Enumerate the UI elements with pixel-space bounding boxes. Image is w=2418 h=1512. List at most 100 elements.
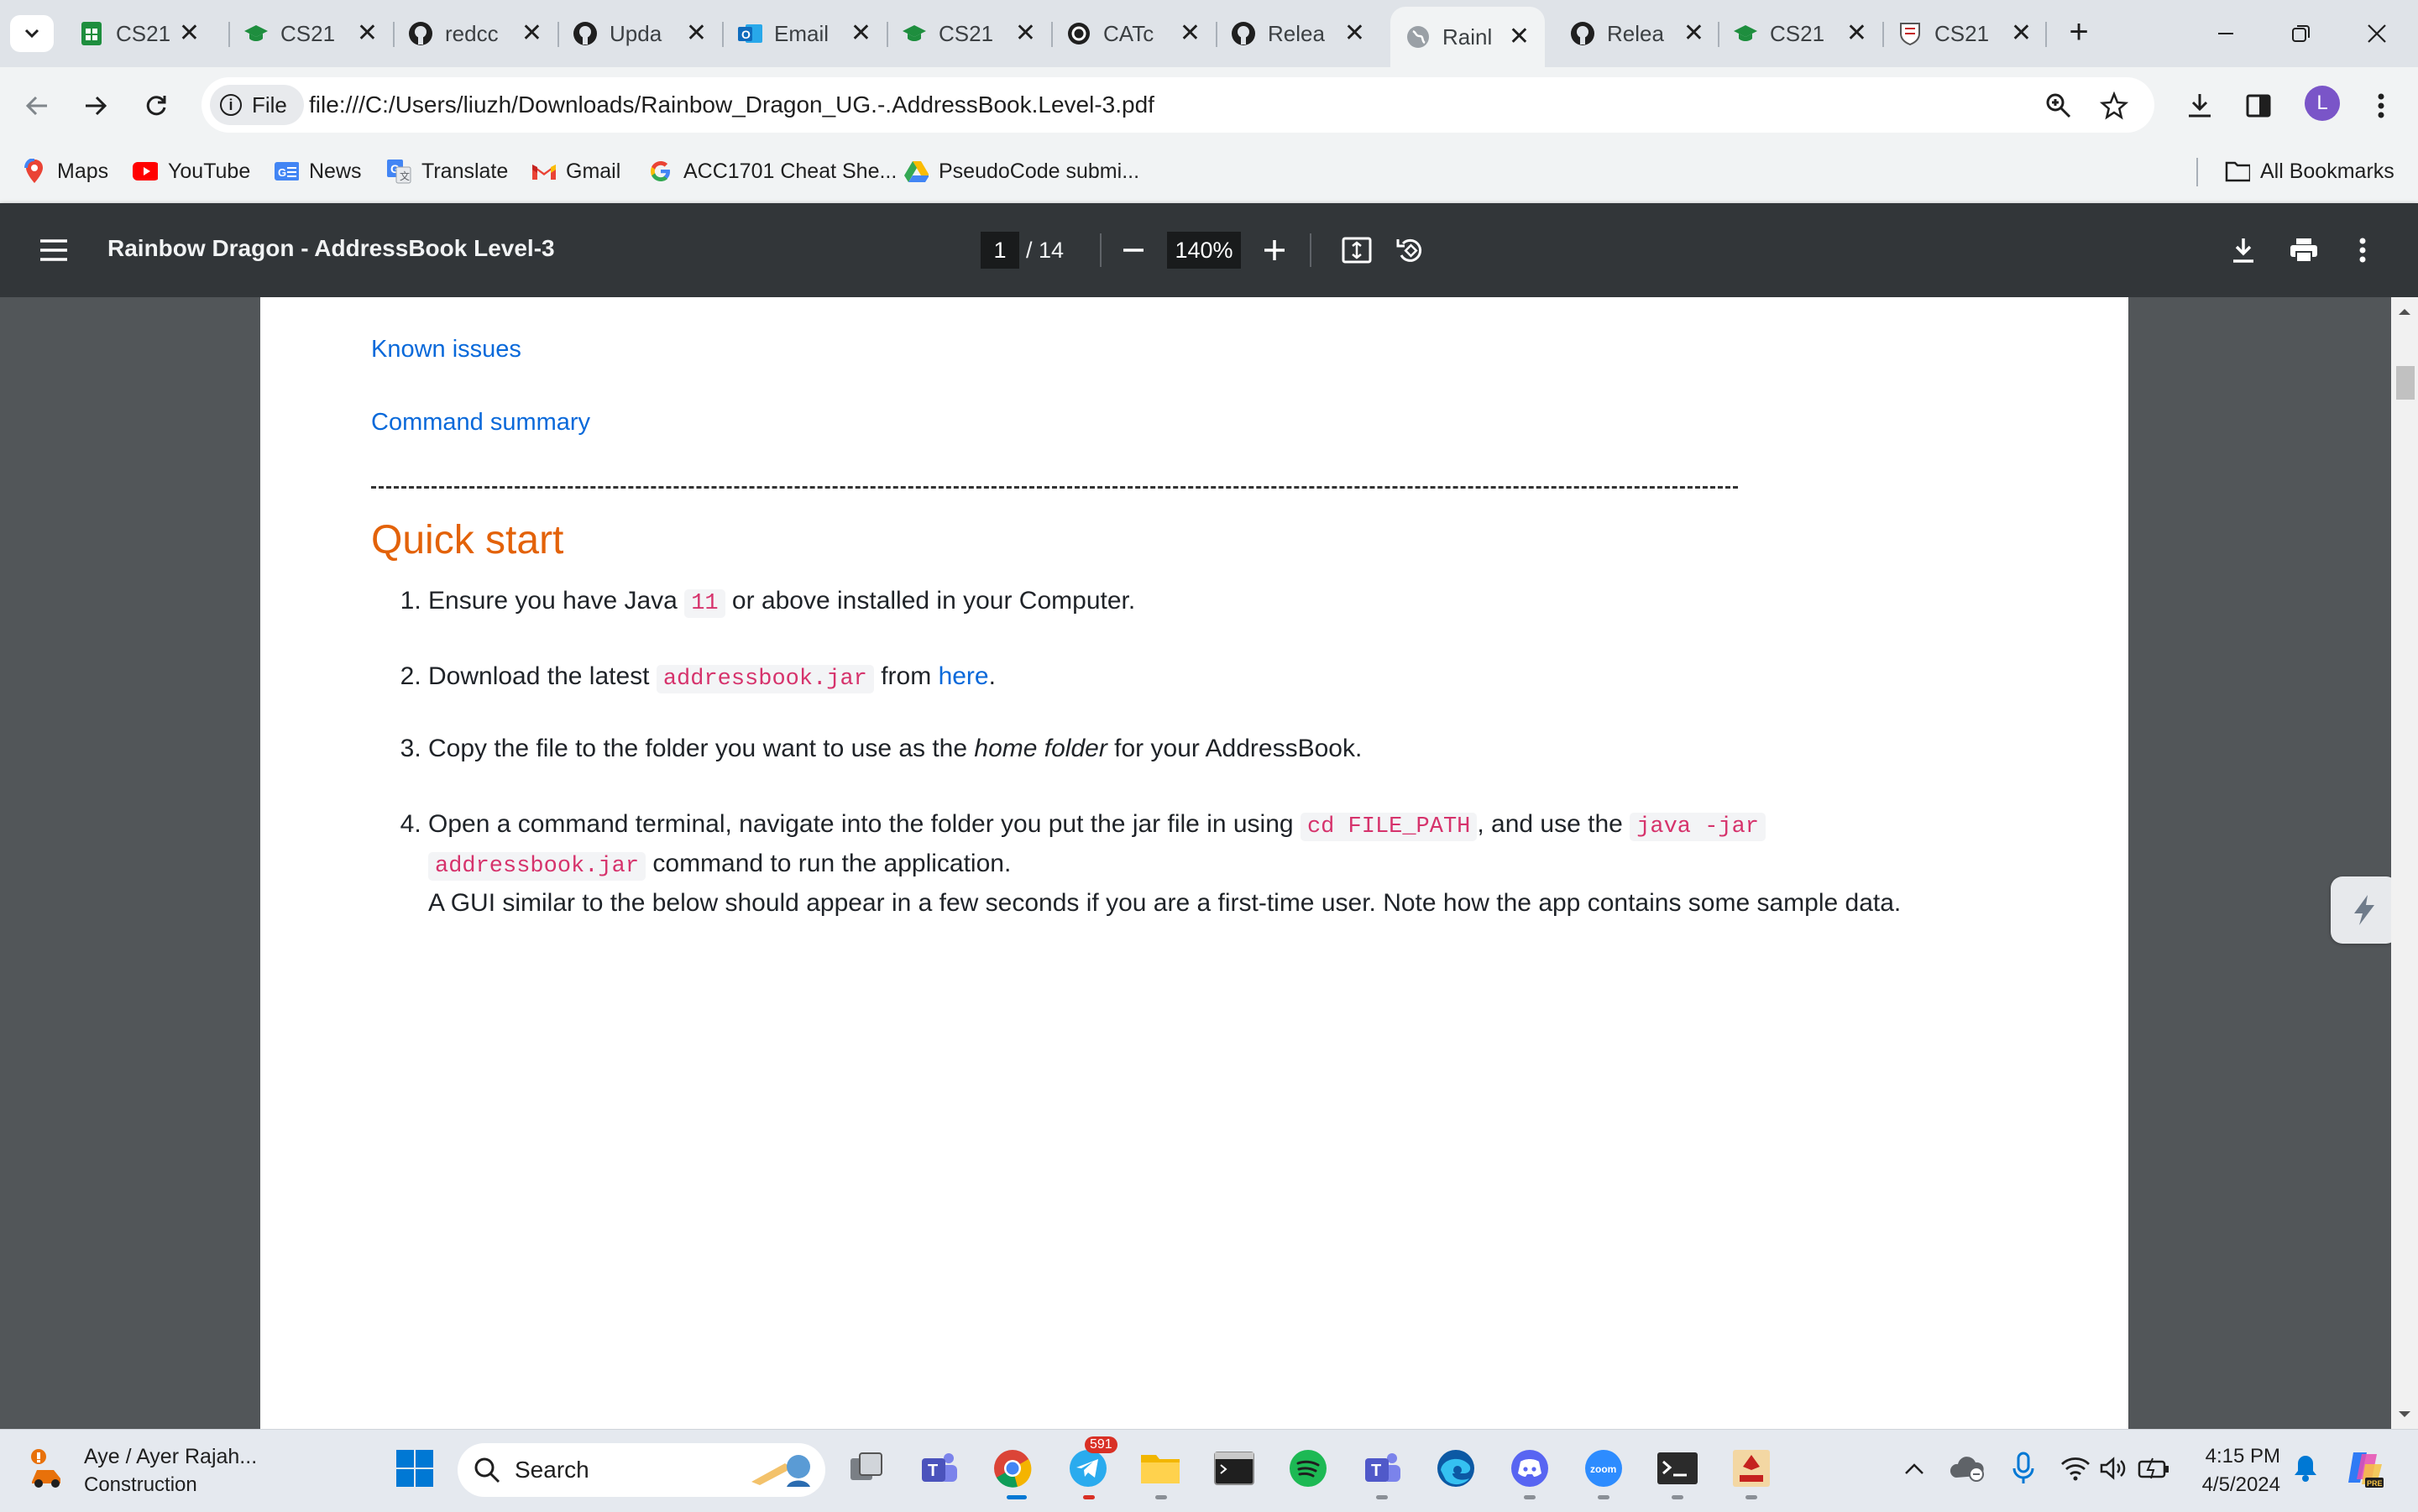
notification-bell-icon[interactable] — [2282, 1445, 2329, 1492]
chrome-icon[interactable] — [989, 1445, 1036, 1492]
url-text[interactable]: file:///C:/Users/liuzh/Downloads/Rainbow… — [309, 92, 1154, 118]
bookmark-news[interactable]: G News — [274, 154, 362, 188]
new-tab-button[interactable]: + — [2059, 13, 2099, 51]
zoom-in-button[interactable] — [1254, 230, 1295, 270]
close-icon[interactable]: ✕ — [1846, 18, 1867, 48]
github-icon — [1231, 21, 1256, 46]
link-here[interactable]: here — [939, 662, 989, 690]
tab-active[interactable]: Rainl ✕ — [1390, 7, 1545, 67]
onedrive-icon[interactable] — [1944, 1445, 1991, 1492]
site-info-chip[interactable]: i File — [210, 85, 304, 125]
file-explorer-icon[interactable] — [1137, 1445, 1184, 1492]
bookmark-gmail[interactable]: Gmail — [531, 154, 620, 188]
close-icon[interactable]: ✕ — [1509, 22, 1530, 51]
close-icon[interactable]: ✕ — [357, 18, 378, 48]
tab[interactable]: CS21 ✕ — [64, 13, 215, 54]
browser-menu-button[interactable] — [2361, 86, 2401, 126]
tab[interactable]: Relea ✕ — [1216, 13, 1380, 54]
app-badge-icon[interactable] — [1728, 1445, 1775, 1492]
page-number-input[interactable]: 1 — [981, 232, 1019, 269]
close-icon[interactable]: ✕ — [1180, 18, 1201, 48]
battery-icon[interactable] — [2131, 1445, 2178, 1492]
sheets-icon — [79, 21, 104, 46]
tab[interactable]: CATc ✕ — [1051, 13, 1216, 54]
tab[interactable]: Upda ✕ — [557, 13, 722, 54]
bookmark-acc1701[interactable]: ACC1701 Cheat She... — [648, 154, 897, 188]
scrollbar-thumb[interactable] — [2396, 366, 2415, 400]
windows-taskbar: Aye / Ayer Rajah... Construction Search … — [0, 1429, 2418, 1512]
pdf-viewport[interactable]: Known issues Command summary Quick start… — [0, 297, 2418, 1429]
downloads-button[interactable] — [2180, 86, 2220, 126]
microphone-icon[interactable] — [2000, 1445, 2047, 1492]
close-icon[interactable]: ✕ — [686, 18, 707, 48]
discord-icon[interactable] — [1506, 1445, 1553, 1492]
scrollbar[interactable] — [2391, 297, 2418, 1429]
link-command-summary[interactable]: Command summary — [371, 409, 590, 437]
close-icon[interactable]: ✕ — [179, 18, 200, 48]
pdf-more-button[interactable] — [2342, 230, 2383, 270]
minimize-button[interactable] — [2188, 12, 2264, 55]
floating-assistant-button[interactable] — [2331, 876, 2398, 944]
printer-icon — [2290, 238, 2317, 263]
bookmark-youtube[interactable]: YouTube — [133, 154, 250, 188]
clock-date[interactable]: 4/5/2024 — [2183, 1473, 2280, 1497]
close-icon[interactable]: ✕ — [2011, 18, 2032, 48]
tab-search-button[interactable] — [10, 15, 54, 52]
fit-to-page-button[interactable] — [1337, 230, 1377, 270]
close-icon[interactable]: ✕ — [1683, 18, 1704, 48]
news-icon: G — [274, 159, 299, 184]
show-hidden-icons[interactable] — [1891, 1445, 1938, 1492]
zoom-level-input[interactable]: 140% — [1167, 232, 1241, 269]
start-button[interactable] — [391, 1445, 438, 1492]
clock-time[interactable]: 4:15 PM — [2205, 1445, 2280, 1468]
close-window-button[interactable] — [2339, 12, 2415, 55]
side-panel-icon — [2246, 94, 2271, 118]
pdf-download-button[interactable] — [2223, 230, 2264, 270]
close-icon[interactable]: ✕ — [850, 18, 871, 48]
tab[interactable]: redcc ✕ — [393, 13, 557, 54]
side-panel-button[interactable] — [2238, 86, 2279, 126]
teams-icon[interactable]: T — [915, 1445, 962, 1492]
print-button[interactable] — [2284, 230, 2324, 270]
forward-button[interactable] — [76, 86, 116, 126]
taskbar-search[interactable]: Search — [458, 1443, 825, 1497]
command-prompt-icon[interactable] — [1654, 1445, 1701, 1492]
star-icon[interactable] — [2097, 89, 2131, 123]
tab[interactable]: CS21 ✕ — [1882, 13, 2047, 54]
scroll-up-icon — [2399, 309, 2410, 315]
terminal-icon[interactable] — [1211, 1445, 1258, 1492]
divider — [371, 486, 1738, 489]
tab[interactable]: CS21 ✕ — [228, 13, 393, 54]
outlook-icon: O — [737, 21, 762, 46]
address-bar[interactable]: i File file:///C:/Users/liuzh/Downloads/… — [202, 77, 2154, 133]
tab[interactable]: Relea ✕ — [1555, 13, 1719, 54]
weather-widget-icon[interactable] — [24, 1445, 71, 1492]
link-known-issues[interactable]: Known issues — [371, 336, 521, 364]
tab[interactable]: O Email ✕ — [722, 13, 887, 54]
close-icon[interactable]: ✕ — [521, 18, 542, 48]
zoom-app-icon[interactable]: zoom — [1580, 1445, 1627, 1492]
tab[interactable]: CS21 ✕ — [1718, 13, 1882, 54]
edge-icon[interactable] — [1432, 1445, 1479, 1492]
zoom-icon[interactable] — [2042, 89, 2075, 123]
restore-button[interactable] — [2264, 12, 2339, 55]
task-view-icon[interactable] — [843, 1445, 890, 1492]
pdf-menu-button[interactable] — [34, 230, 74, 270]
profile-avatar[interactable]: L — [2305, 86, 2340, 121]
reload-button[interactable] — [136, 86, 176, 126]
spotify-icon[interactable] — [1285, 1445, 1332, 1492]
close-icon[interactable]: ✕ — [1015, 18, 1036, 48]
graduation-cap-icon — [902, 21, 927, 46]
all-bookmarks-button[interactable]: All Bookmarks — [2225, 154, 2394, 188]
copilot-icon[interactable]: PRE — [2341, 1445, 2388, 1492]
bookmark-pseudocode[interactable]: PseudoCode submi... — [903, 154, 1139, 188]
zoom-out-button[interactable] — [1113, 230, 1154, 270]
bookmark-maps[interactable]: Maps — [22, 154, 108, 188]
back-button[interactable] — [17, 86, 57, 126]
tab[interactable]: CS21 ✕ — [887, 13, 1051, 54]
rotate-button[interactable] — [1390, 230, 1431, 270]
bookmark-translate[interactable]: G文 Translate — [386, 154, 508, 188]
close-icon[interactable]: ✕ — [1344, 18, 1365, 48]
teams-classic-icon[interactable]: T — [1358, 1445, 1405, 1492]
weather-title[interactable]: Aye / Ayer Rajah... — [84, 1445, 257, 1469]
